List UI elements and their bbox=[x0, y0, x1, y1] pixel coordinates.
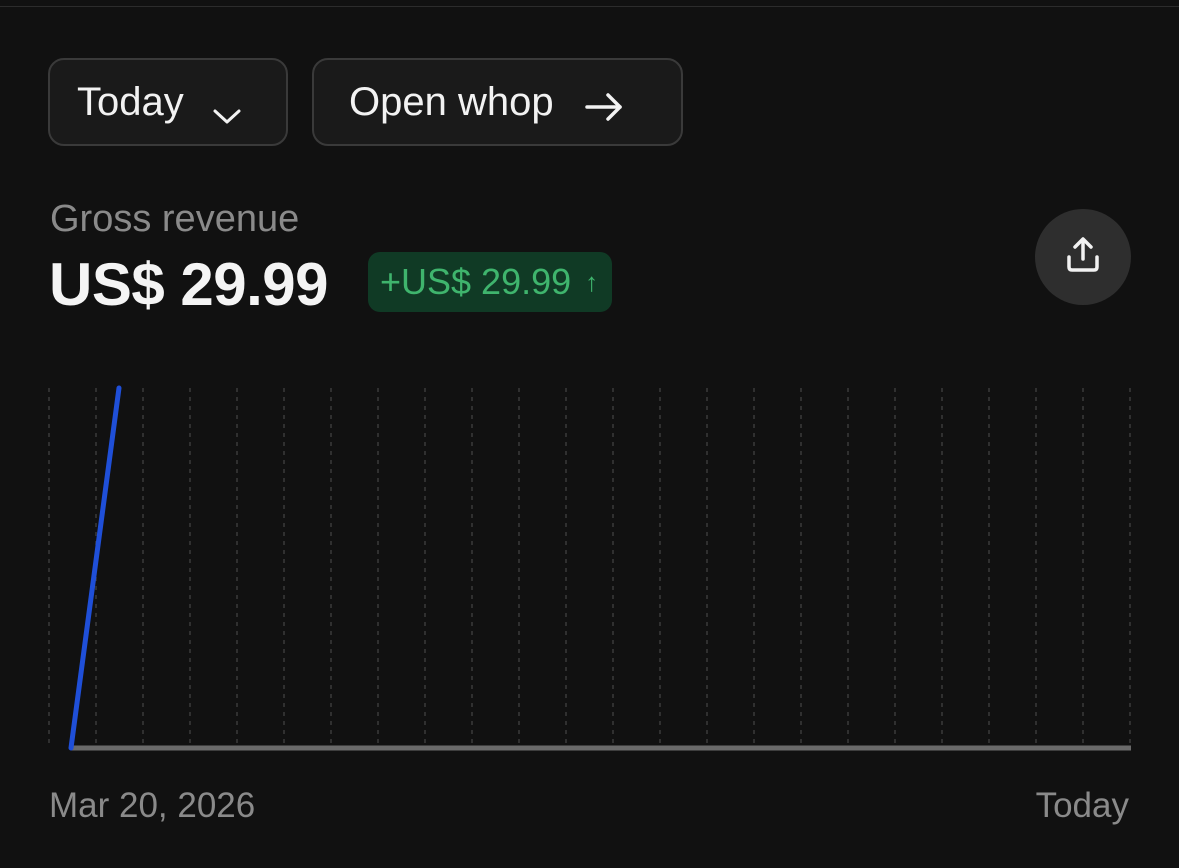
revenue-chart bbox=[48, 385, 1131, 751]
revenue-page: Today Open whop Gross revenue US$ 29.99 … bbox=[0, 0, 1179, 868]
x-axis-start-label: Mar 20, 2026 bbox=[49, 786, 256, 825]
revenue-series-line bbox=[68, 385, 122, 751]
x-axis-end-label: Today bbox=[1035, 786, 1129, 825]
